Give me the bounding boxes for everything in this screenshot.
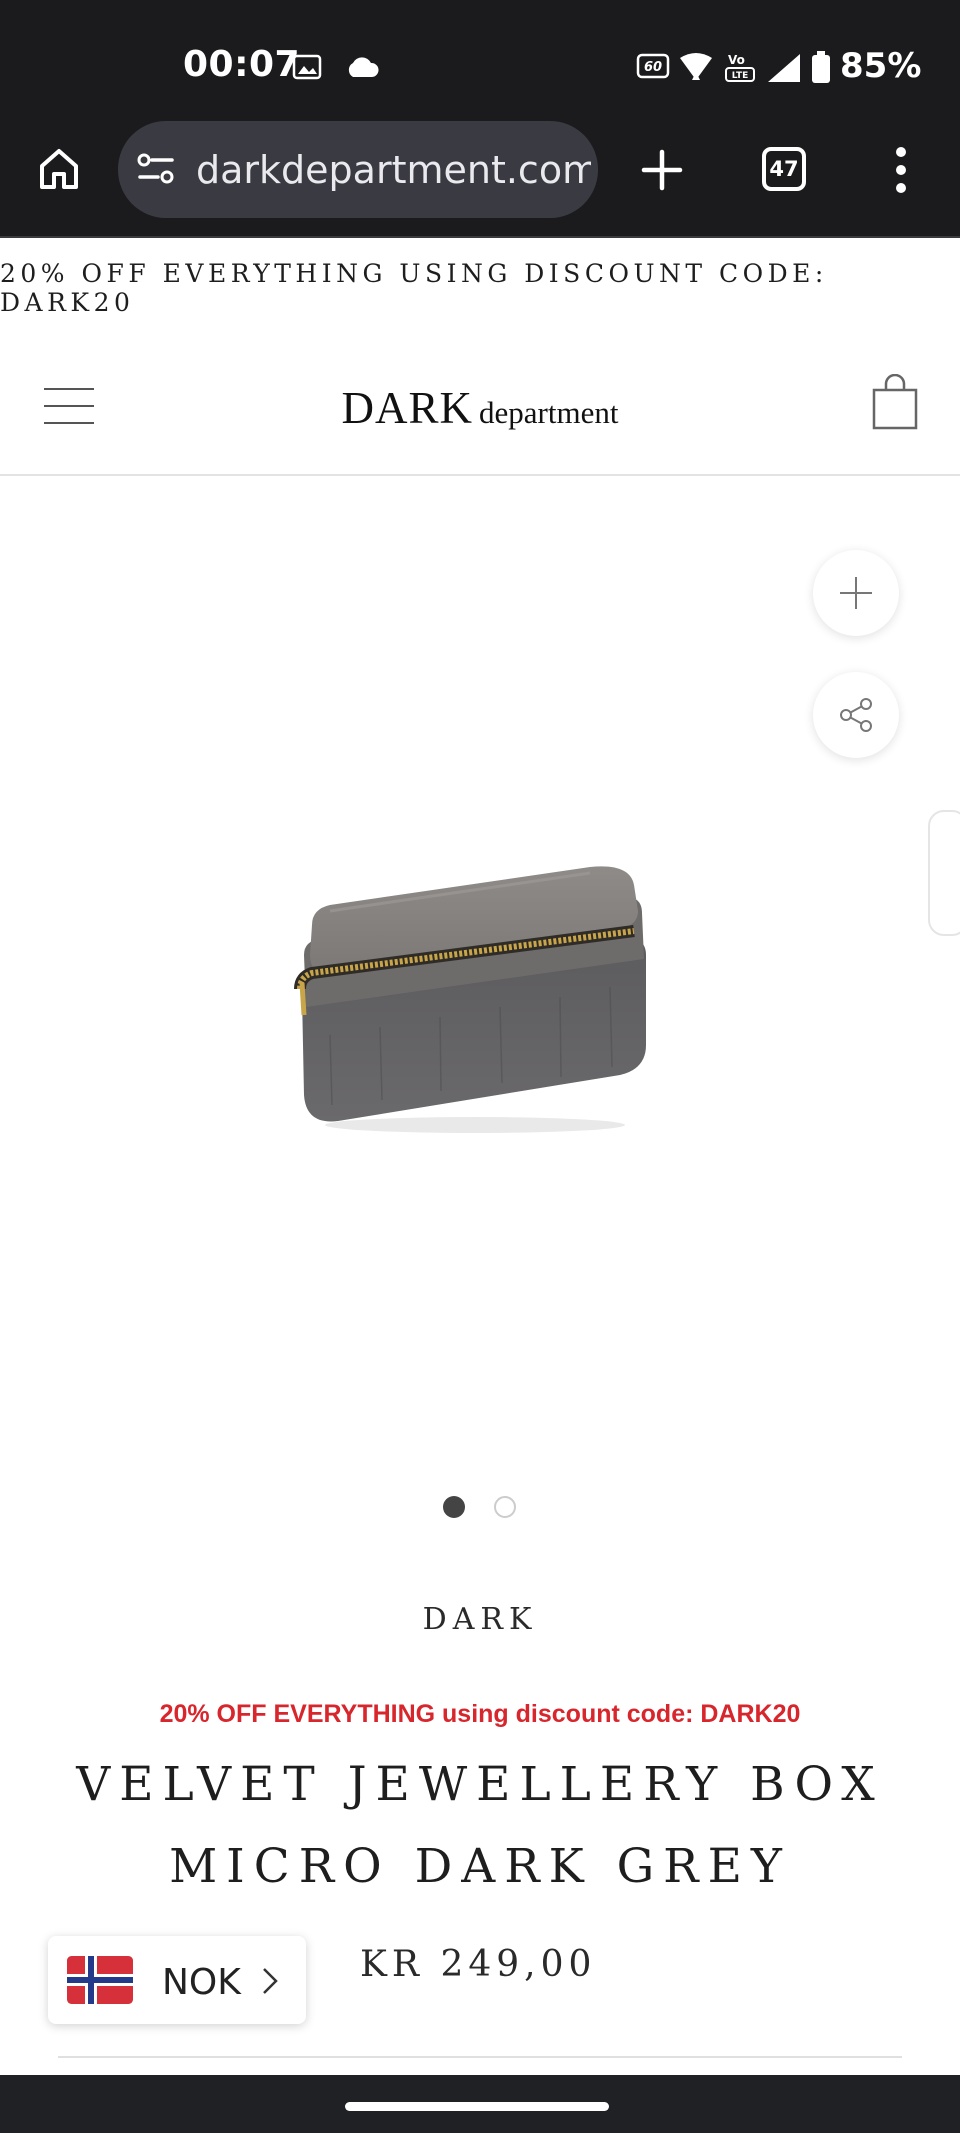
svg-text:LTE: LTE bbox=[732, 71, 749, 81]
share-icon bbox=[840, 698, 872, 732]
svg-text:60: 60 bbox=[644, 60, 662, 75]
product-title-line-1: VELVET JEWELLERY BOX bbox=[76, 1757, 884, 1812]
battery-icon bbox=[812, 51, 830, 83]
menu-dots-icon[interactable] bbox=[891, 146, 911, 194]
zoom-button[interactable] bbox=[813, 550, 899, 636]
address-bar[interactable]: darkdepartment.com/ bbox=[118, 121, 598, 218]
divider bbox=[58, 2056, 902, 2058]
side-drawer-tab[interactable] bbox=[928, 810, 960, 936]
product-title: VELVET JEWELLERY BOX MICRO DARK GREY bbox=[60, 1744, 900, 1908]
product-image-jewellery-box[interactable] bbox=[290, 855, 660, 1135]
product-brand[interactable]: DARK bbox=[0, 1602, 960, 1637]
chevron-right-icon bbox=[263, 1968, 278, 1994]
svg-text:Vo: Vo bbox=[728, 53, 745, 67]
url-text[interactable]: darkdepartment.com/ bbox=[196, 148, 591, 192]
home-gesture-indicator[interactable] bbox=[345, 2102, 609, 2111]
refresh-rate-icon: 60 bbox=[636, 53, 670, 79]
tab-switcher-button[interactable]: 47 bbox=[762, 147, 806, 191]
gallery-icon bbox=[292, 54, 322, 80]
gallery-dot-2[interactable] bbox=[494, 1496, 516, 1518]
status-bar: 00:07 60 Vo LTE 85% bbox=[0, 0, 960, 120]
discount-note: 20% OFF EVERYTHING using discount code: … bbox=[159, 1700, 801, 1728]
zoom-plus-icon bbox=[840, 577, 872, 609]
wifi-icon bbox=[680, 53, 712, 80]
product-title-line-2: MICRO DARK GREY bbox=[169, 1839, 791, 1894]
site-settings-icon[interactable] bbox=[136, 151, 176, 187]
currency-selector[interactable]: NOK bbox=[48, 1936, 306, 2024]
home-icon[interactable] bbox=[36, 146, 82, 192]
shopping-bag-icon[interactable] bbox=[872, 374, 918, 430]
battery-percent: 85% bbox=[840, 46, 922, 86]
gallery-dot-1[interactable] bbox=[443, 1496, 465, 1518]
volte-icon: Vo LTE bbox=[725, 53, 755, 82]
logo-main: DARK bbox=[341, 383, 474, 433]
new-tab-icon[interactable] bbox=[640, 148, 684, 192]
signal-icon bbox=[768, 54, 800, 82]
browser-toolbar: darkdepartment.com/ 47 bbox=[0, 120, 960, 238]
gallery-pagination bbox=[0, 1496, 960, 1520]
promo-banner[interactable]: 20% OFF EVERYTHING USING DISCOUNT CODE: … bbox=[0, 238, 960, 338]
product-price: KR 249,00 bbox=[360, 1944, 597, 1985]
status-time: 00:07 bbox=[183, 44, 301, 85]
share-button[interactable] bbox=[813, 672, 899, 758]
cloud-icon bbox=[348, 57, 379, 77]
system-navigation-bar bbox=[0, 2075, 960, 2133]
currency-code: NOK bbox=[162, 1962, 241, 2003]
logo-sub: department bbox=[479, 395, 619, 430]
norway-flag-icon bbox=[67, 1956, 133, 2004]
site-logo[interactable]: DARK department bbox=[0, 382, 960, 434]
site-header: DARK department bbox=[0, 338, 960, 476]
